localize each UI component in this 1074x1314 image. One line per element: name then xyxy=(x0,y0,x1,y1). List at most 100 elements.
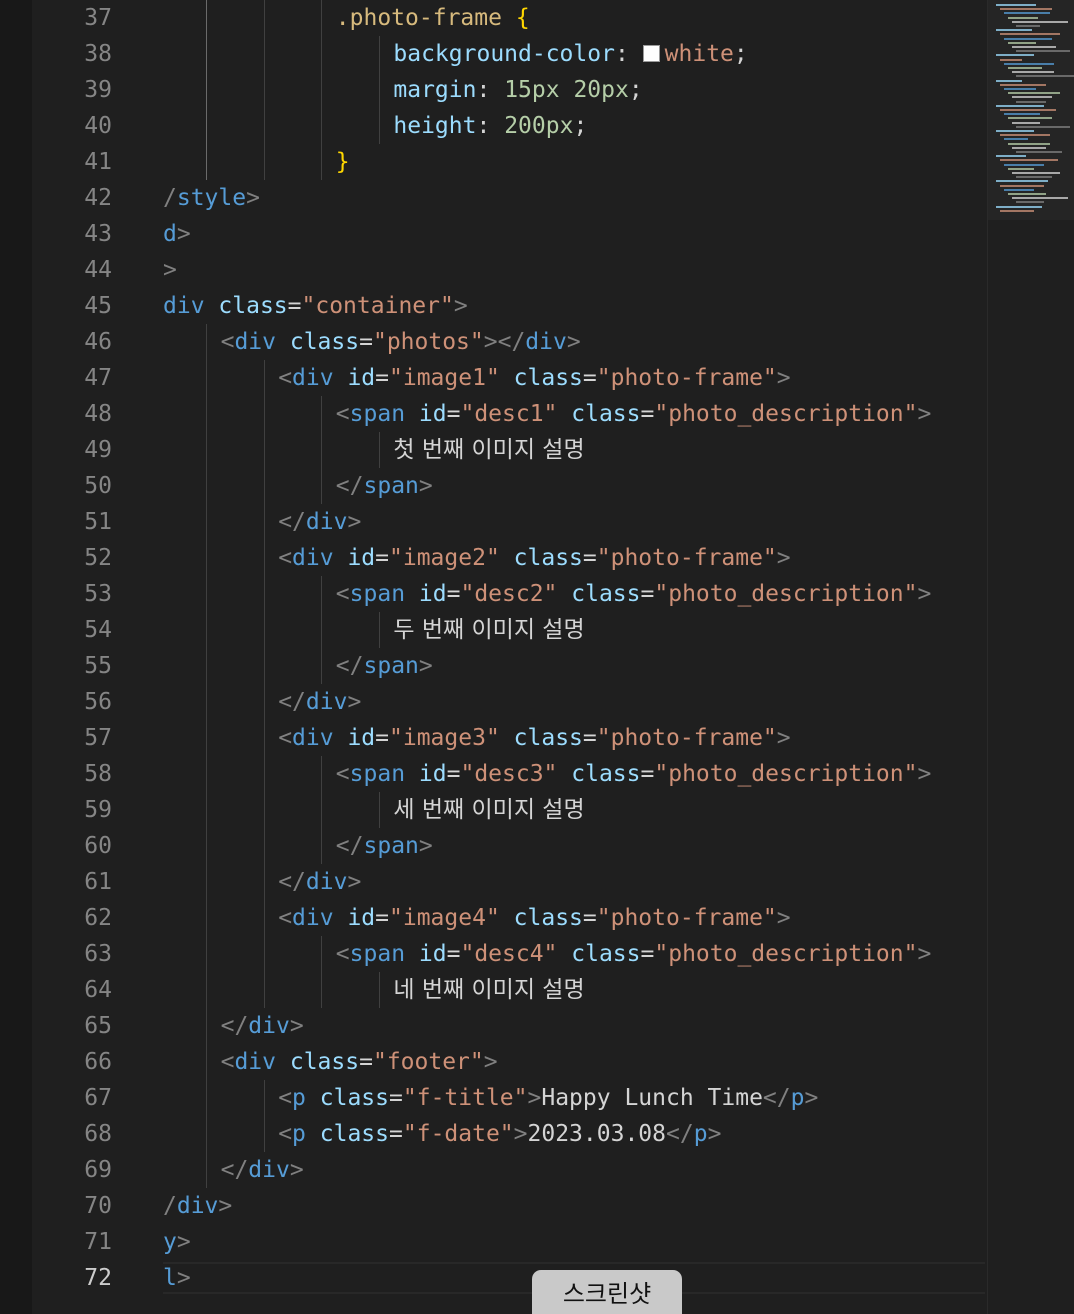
code-text: = xyxy=(446,941,461,967)
code-tag-name: p xyxy=(790,1085,805,1111)
code-line[interactable]: } xyxy=(336,144,350,180)
code-line[interactable]: 세 번째 이미지 설명 xyxy=(393,792,584,828)
minimap-line xyxy=(1008,142,1050,145)
code-editor[interactable]: 37 38 39 40 41 42 43 44 45 46 47 48 49 50 51 52 53 54 55 56… xyxy=(0,0,1074,1314)
minimap-line xyxy=(1012,146,1046,149)
code-text: = xyxy=(375,905,390,931)
minimap-line xyxy=(1000,184,1044,187)
css-property: margin xyxy=(393,77,477,103)
code-line[interactable]: <span id="desc2" class="photo_descriptio… xyxy=(336,576,932,612)
code-line[interactable]: y> xyxy=(163,1224,191,1260)
code-attribute-value: "photos" xyxy=(372,329,484,355)
code-text: = xyxy=(582,905,597,931)
code-line[interactable]: </div> xyxy=(221,1008,304,1044)
code-attribute-name: class xyxy=(571,401,641,427)
code-line[interactable]: > xyxy=(163,252,177,288)
code-line[interactable]: </div> xyxy=(278,864,361,900)
code-punctuation: < xyxy=(335,761,350,787)
code-punctuation: > xyxy=(347,689,362,715)
code-text: = xyxy=(582,545,597,571)
minimap-line xyxy=(1008,92,1060,95)
minimap-line xyxy=(1016,176,1052,179)
code-line[interactable]: .photo-frame { xyxy=(336,0,530,36)
css-number: 20px xyxy=(573,77,629,103)
line-number: 55 xyxy=(84,653,112,679)
code-line[interactable]: </div> xyxy=(221,1152,304,1188)
code-tag-name: div xyxy=(305,509,348,535)
code-tag-name: l xyxy=(163,1265,177,1291)
minimap-line xyxy=(1000,159,1058,162)
minimap-line xyxy=(1000,134,1050,137)
color-swatch-icon[interactable] xyxy=(642,45,660,62)
code-punctuation: > xyxy=(917,401,932,427)
code-punctuation: > xyxy=(347,509,362,535)
code-line[interactable]: </span> xyxy=(336,468,433,504)
code-line[interactable]: <span id="desc4" class="photo_descriptio… xyxy=(336,936,932,972)
code-line[interactable]: </span> xyxy=(336,648,433,684)
css-brace: } xyxy=(335,149,350,175)
code-punctuation: </ xyxy=(220,1157,249,1183)
minimap-line xyxy=(1008,41,1036,44)
code-punctuation: > xyxy=(483,1049,498,1075)
code-area[interactable]: .photo-frame {background-color: white; ma… xyxy=(163,0,985,1314)
code-line[interactable]: <div id="image1" class="photo-frame"> xyxy=(278,360,790,396)
code-attribute-value: "container" xyxy=(301,293,454,319)
css-brace: { xyxy=(515,5,530,31)
code-line[interactable]: div class="container"> xyxy=(163,288,468,324)
code-tag-name: p xyxy=(292,1085,306,1111)
code-line[interactable]: d> xyxy=(163,216,191,252)
code-line[interactable]: background-color: white; xyxy=(393,36,747,72)
indent-guide xyxy=(263,360,265,1008)
line-number: 50 xyxy=(84,473,112,499)
code-line[interactable]: margin: 15px 20px; xyxy=(393,72,642,108)
line-number-gutter: 37 38 39 40 41 42 43 44 45 46 47 48 49 50 51 52 53 54 55 56… xyxy=(32,0,112,1314)
code-tag-name: div xyxy=(292,725,334,751)
screenshot-button[interactable]: 스크린샷 xyxy=(532,1270,682,1314)
code-line[interactable]: <span id="desc3" class="photo_descriptio… xyxy=(336,756,932,792)
code-line[interactable]: <div class="photos"></div> xyxy=(221,324,581,360)
code-punctuation: > xyxy=(453,293,468,319)
code-line[interactable]: <span id="desc1" class="photo_descriptio… xyxy=(336,396,932,432)
indent-guide xyxy=(263,1080,265,1152)
code-punctuation: < xyxy=(278,725,293,751)
code-line[interactable]: <div id="image4" class="photo-frame"> xyxy=(278,900,790,936)
code-line[interactable]: </div> xyxy=(278,504,361,540)
code-line[interactable]: height: 200px; xyxy=(393,108,587,144)
minimap[interactable] xyxy=(987,0,1074,1314)
code-text: = xyxy=(375,365,390,391)
code-line[interactable]: </span> xyxy=(336,828,433,864)
code-tag-name: div xyxy=(292,365,334,391)
code-line[interactable]: /div> xyxy=(163,1188,232,1224)
code-line[interactable]: 네 번째 이미지 설명 xyxy=(393,972,584,1008)
code-line[interactable]: 두 번째 이미지 설명 xyxy=(393,612,584,648)
code-tag-name: span xyxy=(363,473,419,499)
code-attribute-name: id xyxy=(418,401,447,427)
code-line[interactable]: <div class="footer"> xyxy=(221,1044,498,1080)
code-punctuation: </ xyxy=(335,833,364,859)
code-line[interactable]: <p class="f-date">2023.03.08</p> xyxy=(278,1116,721,1152)
code-line[interactable]: <div id="image2" class="photo-frame"> xyxy=(278,540,790,576)
line-number: 56 xyxy=(84,689,112,715)
code-line[interactable]: l> xyxy=(163,1260,191,1296)
line-number: 70 xyxy=(84,1193,112,1219)
code-line[interactable]: /style> xyxy=(163,180,260,216)
code-line[interactable]: <div id="image3" class="photo-frame"> xyxy=(278,720,790,756)
code-line[interactable]: <p class="f-title">Happy Lunch Time</p> xyxy=(278,1080,818,1116)
code-text: ; xyxy=(573,113,588,139)
line-number: 53 xyxy=(84,581,112,607)
line-number: 49 xyxy=(84,437,112,463)
code-line[interactable]: </div> xyxy=(278,684,361,720)
code-tag-name: p xyxy=(292,1121,306,1147)
code-text: = xyxy=(640,581,655,607)
code-line[interactable]: 첫 번째 이미지 설명 xyxy=(393,432,584,468)
minimap-line xyxy=(1016,125,1070,128)
line-number: 54 xyxy=(84,617,112,643)
indent-guide xyxy=(321,396,323,504)
line-number: 52 xyxy=(84,545,112,571)
code-attribute-name: class xyxy=(289,329,360,355)
code-tag-name: style xyxy=(176,185,247,211)
minimap-line xyxy=(996,130,1034,132)
